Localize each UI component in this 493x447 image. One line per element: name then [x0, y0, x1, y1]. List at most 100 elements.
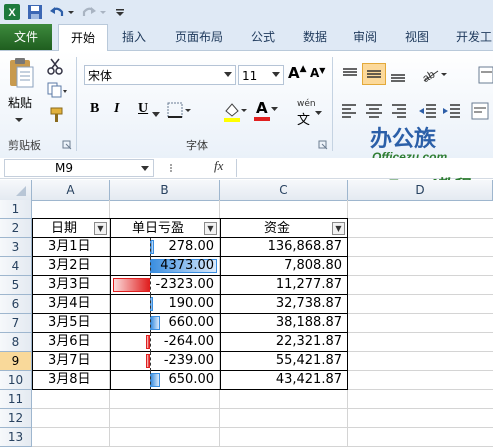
font-launcher-icon[interactable]: [318, 139, 328, 150]
paste-dropdown-icon[interactable]: [14, 113, 24, 122]
fund-cell[interactable]: 32,738.87: [220, 295, 342, 313]
profit-loss-cell[interactable]: -264.00: [110, 333, 214, 351]
date-cell[interactable]: 3月8日: [48, 371, 91, 389]
align-center-icon[interactable]: [364, 101, 384, 121]
profit-loss-cell[interactable]: 278.00: [110, 238, 215, 256]
cut-icon[interactable]: [46, 57, 64, 75]
phonetic-label: wén: [297, 99, 316, 109]
date-cell[interactable]: 3月2日: [48, 257, 91, 275]
tab-formulas[interactable]: 公式: [244, 24, 282, 50]
tab-insert[interactable]: 插入: [112, 24, 156, 50]
bold-button[interactable]: B: [90, 101, 99, 117]
borders-icon[interactable]: [166, 101, 192, 121]
tab-review[interactable]: 审阅: [346, 24, 384, 50]
column-header-b[interactable]: B: [110, 180, 220, 200]
wrap-text-top-icon[interactable]: [478, 65, 493, 85]
phonetic-guide-icon[interactable]: wén 文: [295, 99, 323, 128]
profit-loss-cell[interactable]: -239.00: [110, 352, 214, 370]
profit-loss-cell[interactable]: 4373.00: [110, 257, 214, 275]
tab-file[interactable]: 文件: [0, 24, 52, 50]
profit-loss-cell[interactable]: 190.00: [110, 295, 215, 313]
fund-cell[interactable]: 38,188.87: [220, 314, 342, 332]
align-middle-icon[interactable]: [362, 63, 386, 85]
column-header-d[interactable]: D: [348, 180, 493, 200]
filter-dropdown-icon[interactable]: ▼: [204, 222, 217, 235]
profit-loss-cell[interactable]: 650.00: [110, 371, 215, 389]
italic-button[interactable]: I: [114, 101, 119, 117]
profit-loss-cell[interactable]: -2323.00: [110, 276, 214, 294]
select-all-corner[interactable]: [0, 180, 32, 200]
row-header[interactable]: 6: [0, 295, 32, 314]
undo-icon[interactable]: [48, 3, 66, 21]
fund-cell[interactable]: 11,277.87: [220, 276, 342, 294]
profit-loss-cell[interactable]: 660.00: [110, 314, 215, 332]
date-cell[interactable]: 3月1日: [48, 238, 91, 256]
font-color-icon[interactable]: A: [252, 99, 278, 123]
filter-dropdown-icon[interactable]: ▼: [332, 222, 345, 235]
fund-cell[interactable]: 136,868.87: [220, 238, 342, 256]
date-cell[interactable]: 3月3日: [48, 276, 91, 294]
fund-cell[interactable]: 22,321.87: [220, 333, 342, 351]
table-header-label: 单日亏盈: [131, 221, 184, 236]
align-bottom-icon[interactable]: [388, 65, 408, 85]
insert-function-button[interactable]: fx: [214, 158, 223, 174]
format-painter-icon[interactable]: [46, 106, 64, 124]
font-name-combo[interactable]: 宋体: [84, 65, 236, 85]
undo-dropdown-icon[interactable]: [66, 3, 76, 21]
underline-button[interactable]: U: [138, 101, 148, 117]
row-header[interactable]: 9: [0, 352, 32, 371]
row-header[interactable]: 8: [0, 333, 32, 352]
tab-data[interactable]: 数据: [296, 24, 334, 50]
tab-view[interactable]: 视图: [398, 24, 436, 50]
table-header-label: 资金: [263, 221, 290, 236]
customize-toolbar-icon[interactable]: [114, 3, 126, 21]
table-header-cell[interactable]: 资金: [220, 219, 348, 238]
align-left-icon[interactable]: [340, 101, 360, 121]
copy-icon[interactable]: [46, 81, 68, 99]
row-header[interactable]: 12: [0, 409, 32, 428]
date-cell[interactable]: 3月4日: [48, 295, 91, 313]
quick-access-toolbar: X: [0, 0, 493, 24]
fund-cell[interactable]: 7,808.80: [220, 257, 342, 275]
column-header-a[interactable]: A: [32, 180, 110, 200]
date-cell[interactable]: 3月7日: [48, 352, 91, 370]
table-border-line: [347, 218, 348, 390]
font-size-combo[interactable]: 11: [238, 65, 284, 85]
fund-cell[interactable]: 43,421.87: [220, 371, 342, 389]
date-cell[interactable]: 3月6日: [48, 333, 91, 351]
grow-font-button[interactable]: A▲: [288, 64, 307, 82]
orientation-icon[interactable]: ab: [420, 63, 448, 85]
date-cell[interactable]: 3月5日: [48, 314, 91, 332]
shrink-font-button[interactable]: A▼: [310, 66, 325, 80]
filter-dropdown-icon[interactable]: ▼: [94, 222, 107, 235]
row-header[interactable]: 11: [0, 390, 32, 409]
row-header[interactable]: 5: [0, 276, 32, 295]
paste-label[interactable]: 粘贴: [8, 94, 32, 111]
row-header[interactable]: 1: [0, 200, 32, 219]
fund-cell[interactable]: 55,421.87: [220, 352, 342, 370]
row-header[interactable]: 4: [0, 257, 32, 276]
underline-dropdown-icon[interactable]: [152, 107, 160, 117]
save-icon[interactable]: [26, 3, 44, 21]
column-header-c[interactable]: C: [220, 180, 348, 200]
redo-icon[interactable]: [80, 3, 98, 21]
row-header[interactable]: 13: [0, 428, 32, 447]
tab-home[interactable]: 开始: [58, 24, 108, 51]
decrease-indent-icon[interactable]: [418, 101, 438, 121]
formula-bar-splitter[interactable]: [166, 162, 206, 174]
wrap-text-icon[interactable]: [470, 101, 490, 121]
align-top-icon[interactable]: [340, 65, 360, 85]
row-header[interactable]: 7: [0, 314, 32, 333]
paste-icon[interactable]: [6, 57, 36, 91]
clipboard-launcher-icon[interactable]: [62, 139, 72, 150]
row-header[interactable]: 3: [0, 238, 32, 257]
name-box[interactable]: M9: [4, 159, 154, 177]
row-header[interactable]: 2: [0, 219, 32, 238]
redo-dropdown-icon[interactable]: [98, 3, 108, 21]
align-right-icon[interactable]: [388, 101, 408, 121]
row-header[interactable]: 10: [0, 371, 32, 390]
fill-color-icon[interactable]: [222, 101, 248, 123]
increase-indent-icon[interactable]: [442, 101, 462, 121]
tab-developer[interactable]: 开发工: [450, 24, 493, 50]
tab-page-layout[interactable]: 页面布局: [168, 24, 230, 50]
